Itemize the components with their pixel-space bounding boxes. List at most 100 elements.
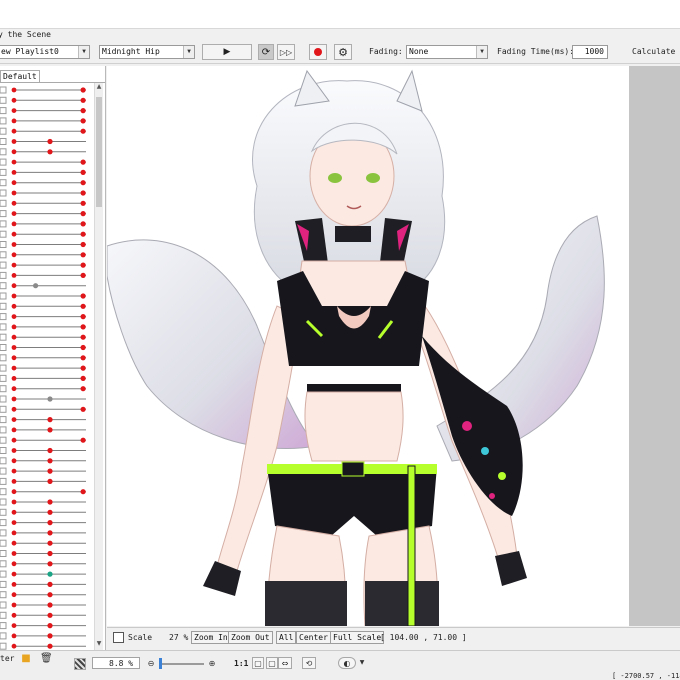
parameter-slider-knob[interactable]	[47, 447, 53, 454]
parameter-row[interactable]	[0, 333, 86, 341]
chevron-down-icon[interactable]: ▼	[356, 657, 368, 669]
parameter-slider-knob[interactable]	[80, 314, 86, 320]
parameter-row-checkbox[interactable]	[0, 529, 7, 537]
parameter-row-checkbox[interactable]	[0, 374, 7, 382]
parameter-row[interactable]	[0, 107, 86, 115]
parameter-row-checkbox[interactable]	[0, 447, 7, 454]
parameter-row[interactable]	[0, 168, 86, 176]
parameter-slider-knob[interactable]	[80, 365, 86, 371]
all-button[interactable]: All	[276, 631, 297, 644]
parameter-row-checkbox[interactable]	[0, 86, 7, 94]
parameter-row[interactable]	[0, 210, 86, 218]
parameter-slider-knob[interactable]	[47, 540, 53, 546]
parameter-row-checkbox[interactable]	[0, 611, 7, 619]
parameter-row-checkbox[interactable]	[0, 642, 7, 650]
parameter-row[interactable]	[0, 354, 86, 362]
zoom-out-icon[interactable]: ⊖	[145, 658, 157, 670]
parameter-slider-knob[interactable]	[80, 375, 86, 381]
parameter-row[interactable]	[0, 642, 86, 650]
zoom-slider[interactable]	[159, 658, 204, 669]
parameter-row[interactable]	[0, 138, 86, 145]
parameter-slider-knob[interactable]	[47, 633, 53, 639]
parameter-slider-knob[interactable]	[80, 303, 86, 309]
parameter-row[interactable]	[0, 385, 86, 393]
parameter-slider-knob[interactable]	[47, 396, 53, 402]
parameter-row-checkbox[interactable]	[0, 477, 7, 485]
parameter-slider-knob[interactable]	[47, 602, 53, 608]
parameter-row-checkbox[interactable]	[0, 117, 7, 125]
parameter-slider-knob[interactable]	[80, 406, 86, 412]
parameter-row[interactable]	[0, 539, 86, 547]
parameter-row-checkbox[interactable]	[0, 344, 7, 351]
parameter-row-checkbox[interactable]	[0, 570, 7, 578]
fading-select[interactable]: None ▼	[406, 45, 488, 59]
parameter-slider-knob[interactable]	[80, 489, 86, 495]
model-canvas[interactable]	[107, 66, 629, 626]
zoom-field[interactable]: 8.8 %	[92, 657, 140, 669]
full-scale-button[interactable]: Full Scale	[330, 631, 385, 644]
parameter-row-checkbox[interactable]	[0, 457, 7, 465]
parameter-slider-knob[interactable]	[80, 386, 86, 392]
parameter-row-checkbox[interactable]	[0, 488, 7, 496]
scrollbar-thumb[interactable]	[96, 97, 102, 207]
motion-select[interactable]: Midnight Hip ▼	[99, 45, 195, 59]
parameter-row-checkbox[interactable]	[0, 354, 7, 362]
parameter-slider-knob[interactable]	[47, 550, 53, 557]
parameter-row[interactable]	[0, 405, 86, 413]
parameter-row[interactable]	[0, 220, 86, 228]
parameter-row-checkbox[interactable]	[0, 261, 7, 269]
parameter-slider-knob[interactable]	[47, 149, 53, 155]
parameter-row-checkbox[interactable]	[0, 313, 7, 321]
parameter-row[interactable]	[0, 127, 86, 135]
parameter-slider-knob[interactable]	[80, 180, 86, 186]
parameter-row-checkbox[interactable]	[0, 622, 7, 630]
fit-width-icon[interactable]: ▢	[252, 657, 264, 669]
actual-size-label[interactable]: 1:1	[234, 659, 248, 668]
parameter-row-checkbox[interactable]	[0, 251, 7, 259]
zoom-in-button[interactable]: Zoom In	[191, 631, 231, 644]
settings-button[interactable]: ⚙	[334, 44, 352, 60]
parameter-slider-knob[interactable]	[47, 468, 53, 474]
checker-icon[interactable]	[74, 658, 86, 670]
parameter-slider-knob[interactable]	[47, 612, 53, 618]
folder-icon[interactable]: ■	[20, 653, 32, 665]
parameter-row[interactable]	[0, 271, 86, 279]
parameter-row[interactable]	[0, 179, 86, 187]
chevron-down-icon[interactable]: ▼	[183, 46, 194, 58]
parameter-slider-knob[interactable]	[33, 283, 39, 289]
parameter-slider-knob[interactable]	[80, 293, 86, 299]
parameter-row-checkbox[interactable]	[0, 210, 7, 218]
parameter-slider-knob[interactable]	[80, 118, 86, 124]
parameter-slider-knob[interactable]	[47, 520, 53, 526]
parameter-slider-knob[interactable]	[80, 231, 86, 237]
parameter-row-checkbox[interactable]	[0, 436, 7, 444]
parameter-slider-knob[interactable]	[47, 561, 53, 567]
parameter-scrollbar[interactable]: ▲ ▼	[94, 83, 103, 650]
parameter-row-checkbox[interactable]	[0, 405, 7, 413]
parameter-row[interactable]	[0, 158, 86, 166]
loop-button[interactable]: ⟳	[258, 44, 274, 60]
parameter-row[interactable]	[0, 550, 86, 557]
scroll-up-icon[interactable]: ▲	[95, 83, 103, 93]
parameter-row-checkbox[interactable]	[0, 241, 7, 248]
fit-height-icon[interactable]: ▢	[266, 657, 278, 669]
parameter-row[interactable]	[0, 570, 86, 578]
parameter-row-checkbox[interactable]	[0, 138, 7, 145]
rotate-icon[interactable]: ⟲	[302, 657, 316, 669]
parameter-slider-knob[interactable]	[80, 128, 86, 134]
parameter-slider-knob[interactable]	[80, 200, 86, 206]
parameter-row[interactable]	[0, 148, 86, 156]
parameter-row[interactable]	[0, 498, 86, 506]
parameter-slider-knob[interactable]	[80, 169, 86, 175]
parameter-row[interactable]	[0, 230, 86, 238]
parameter-row-checkbox[interactable]	[0, 508, 7, 516]
record-button[interactable]	[309, 44, 327, 60]
parameter-row[interactable]	[0, 416, 86, 424]
parameter-slider-knob[interactable]	[80, 252, 86, 258]
parameter-row-checkbox[interactable]	[0, 323, 7, 331]
parameter-slider-knob[interactable]	[47, 530, 53, 536]
parameter-row-checkbox[interactable]	[0, 168, 7, 176]
parameter-row-checkbox[interactable]	[0, 271, 7, 279]
parameter-slider-knob[interactable]	[80, 221, 86, 227]
parameter-row[interactable]	[0, 601, 86, 609]
